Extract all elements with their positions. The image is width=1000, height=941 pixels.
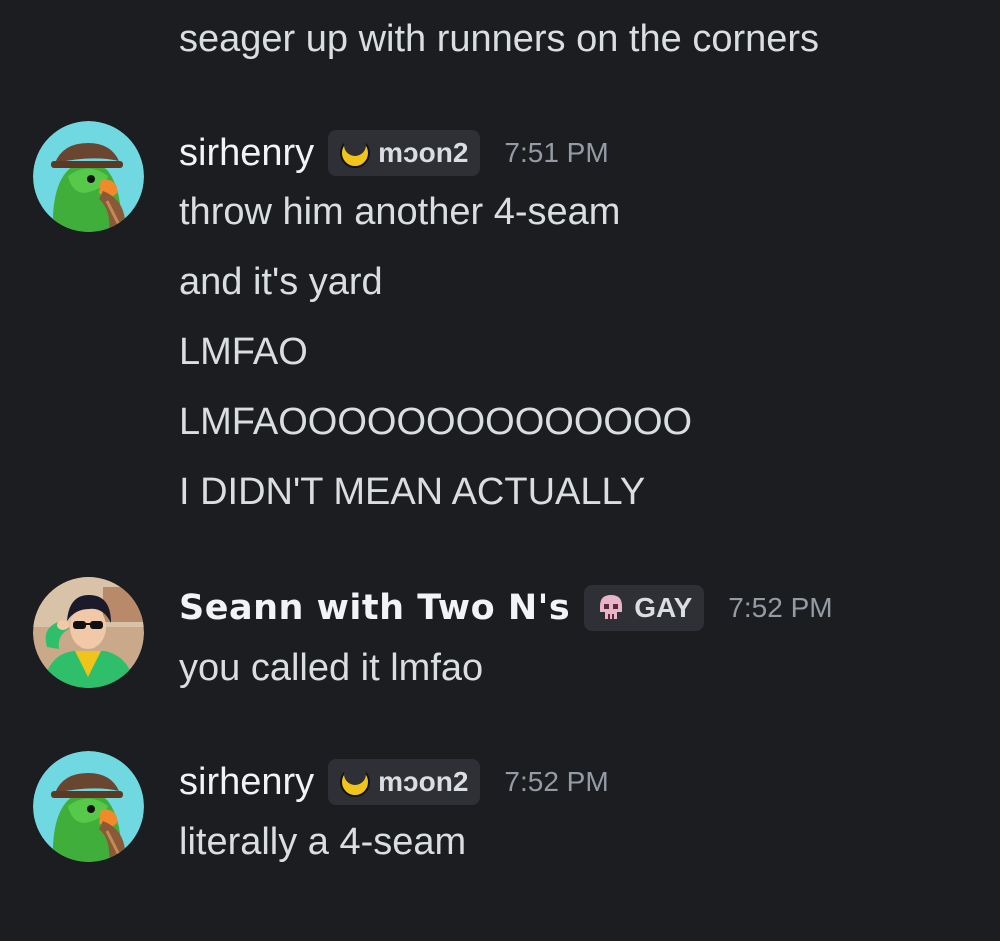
- username[interactable]: sirhenry: [179, 132, 314, 175]
- message-line: literally a 4-seam: [179, 821, 467, 863]
- message-header: Seann with Two N's GAY 7:52 PM: [179, 580, 833, 636]
- tag-label: GAY: [634, 592, 693, 623]
- server-tag[interactable]: mɔon2: [328, 759, 481, 805]
- message-header: sirhenry mɔon2 7:52 PM: [179, 754, 609, 810]
- message-line: seager up with runners on the corners: [179, 18, 820, 60]
- server-tag[interactable]: mɔon2: [328, 130, 481, 176]
- timestamp[interactable]: 7:52 PM: [728, 592, 832, 624]
- anime-avatar-icon: [33, 577, 144, 688]
- parrot-avatar-icon: [33, 121, 144, 232]
- timestamp[interactable]: 7:52 PM: [504, 766, 608, 798]
- message-line: you called it lmfao: [179, 647, 484, 689]
- message-line: I DIDN'T MEAN ACTUALLY: [179, 471, 646, 513]
- message-line: throw him another 4-seam: [179, 191, 621, 233]
- crescent-moon-icon: [340, 765, 371, 797]
- message-line: LMFAOOOOOOOOOOOOOO: [179, 401, 693, 443]
- avatar[interactable]: [33, 577, 144, 688]
- tag-label: mɔon2: [378, 137, 469, 168]
- tag-label: mɔon2: [378, 766, 469, 797]
- timestamp[interactable]: 7:51 PM: [504, 137, 608, 169]
- message-line: and it's yard: [179, 261, 383, 303]
- pink-skull-icon: [600, 595, 623, 619]
- username[interactable]: sirhenry: [179, 761, 314, 804]
- server-tag[interactable]: GAY: [584, 585, 705, 631]
- avatar[interactable]: [33, 121, 144, 232]
- avatar[interactable]: [33, 751, 144, 862]
- username[interactable]: Seann with Two N's: [179, 588, 570, 628]
- parrot-avatar-icon: [33, 751, 144, 862]
- crescent-moon-icon: [340, 136, 371, 168]
- message-header: sirhenry mɔon2 7:51 PM: [179, 125, 609, 181]
- message-line: LMFAO: [179, 331, 308, 373]
